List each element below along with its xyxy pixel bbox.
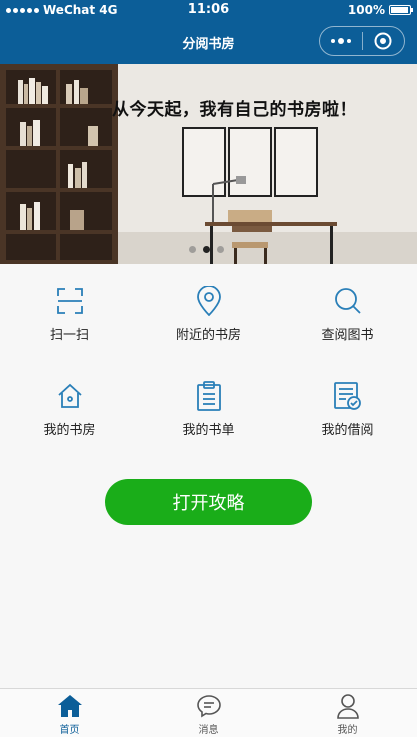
tab-messages[interactable]: 消息 <box>139 689 278 737</box>
grid-item-search-books[interactable]: 查阅图书 <box>278 284 417 343</box>
status-right: 100% <box>347 3 413 17</box>
tab-label: 消息 <box>198 725 219 736</box>
grid-item-nearby[interactable]: 附近的书房 <box>139 284 278 343</box>
search-icon <box>278 284 417 318</box>
grid-item-my-study[interactable]: 我的书房 <box>0 379 139 438</box>
grid-item-label: 查阅图书 <box>321 328 374 343</box>
status-bar: WeChat 4G 11:06 100% <box>0 0 417 20</box>
carousel-dot-active[interactable] <box>203 246 210 253</box>
carousel-indicator <box>189 246 224 253</box>
carousel-dot[interactable] <box>217 246 224 253</box>
battery-label: 100% <box>347 3 385 17</box>
mini-program-capsule <box>319 26 405 56</box>
more-menu-icon[interactable] <box>320 37 362 44</box>
user-icon <box>278 693 417 719</box>
borrow-record-icon <box>278 379 417 413</box>
app-screen: WeChat 4G 11:06 100% 分阅书房 从今天起，我有自己的书房啦！… <box>0 0 417 737</box>
battery-icon <box>389 5 413 15</box>
grid-item-my-borrowing[interactable]: 我的借阅 <box>278 379 417 438</box>
scan-icon <box>0 284 139 318</box>
tab-bar: 首页 消息 我的 <box>0 688 417 737</box>
tab-home[interactable]: 首页 <box>0 689 139 737</box>
banner-carousel[interactable]: 从今天起，我有自己的书房啦！ <box>0 64 417 264</box>
header: WeChat 4G 11:06 100% 分阅书房 <box>0 0 417 64</box>
message-icon <box>139 693 278 719</box>
home-icon <box>0 693 139 719</box>
grid-item-scan[interactable]: 扫一扫 <box>0 284 139 343</box>
location-pin-icon <box>139 284 278 318</box>
close-mini-program-icon[interactable] <box>362 32 404 50</box>
clipboard-list-icon <box>139 379 278 413</box>
grid-item-label: 我的书房 <box>43 423 96 438</box>
grid-item-label: 我的书单 <box>182 423 235 438</box>
tab-profile[interactable]: 我的 <box>278 689 417 737</box>
banner-image <box>0 64 417 264</box>
grid-item-label: 附近的书房 <box>175 328 241 343</box>
carousel-dot[interactable] <box>189 246 196 253</box>
tab-label: 我的 <box>337 725 358 736</box>
grid-item-label: 我的借阅 <box>321 423 374 438</box>
tab-label: 首页 <box>59 725 80 736</box>
grid-item-label: 扫一扫 <box>49 328 89 343</box>
banner-slogan: 从今天起，我有自己的书房啦！ <box>112 100 357 120</box>
house-icon <box>0 379 139 413</box>
grid-item-my-booklist[interactable]: 我的书单 <box>139 379 278 438</box>
open-guide-button[interactable]: 打开攻略 <box>105 479 312 525</box>
